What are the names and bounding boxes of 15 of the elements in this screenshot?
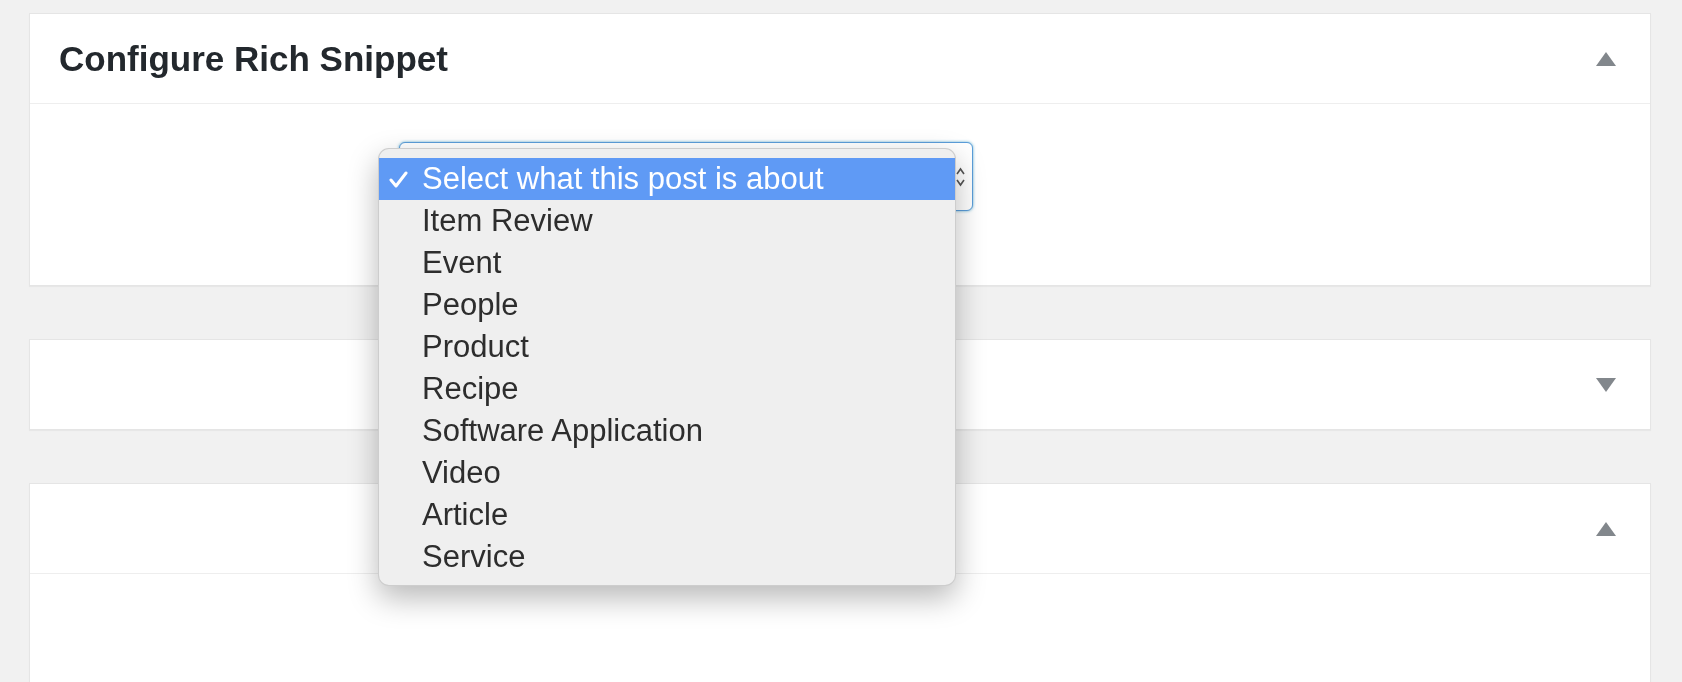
dropdown-option[interactable]: Service — [379, 536, 955, 578]
dropdown-option[interactable]: Software Application — [379, 410, 955, 452]
caret-up-icon[interactable] — [1596, 51, 1616, 66]
dropdown-option[interactable]: Product — [379, 326, 955, 368]
dropdown-option[interactable]: Article — [379, 494, 955, 536]
caret-up-icon[interactable] — [1596, 521, 1616, 536]
dropdown-option[interactable]: Video — [379, 452, 955, 494]
dropdown-option[interactable]: People — [379, 284, 955, 326]
check-icon — [389, 170, 408, 188]
panel-title: Configure Rich Snippet — [59, 38, 448, 79]
caret-down-icon[interactable] — [1596, 377, 1616, 392]
up-down-chevron-icon — [956, 165, 965, 188]
dropdown-option[interactable]: Item Review — [379, 200, 955, 242]
dropdown-option[interactable]: Event — [379, 242, 955, 284]
dropdown-option[interactable]: Recipe — [379, 368, 955, 410]
